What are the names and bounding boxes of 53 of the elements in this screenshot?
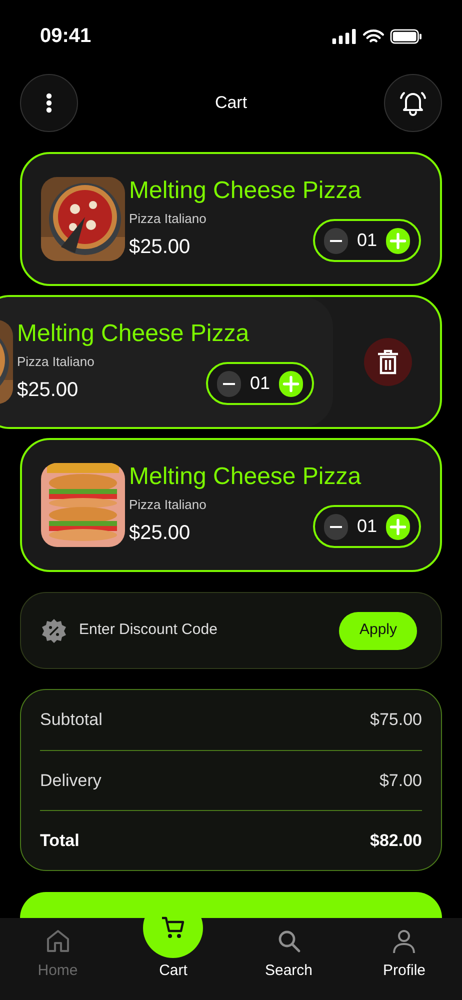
home-icon xyxy=(44,928,71,954)
tab-label: Profile xyxy=(382,960,426,980)
increase-button[interactable] xyxy=(386,514,410,540)
more-icon xyxy=(46,93,52,113)
item-name: Melting Cheese Pizza xyxy=(129,462,362,492)
minus-icon xyxy=(330,240,342,242)
item-price: $25.00 xyxy=(129,521,192,546)
page-title: Cart xyxy=(214,92,248,114)
tab-item[interactable]: Search xyxy=(231,918,346,1000)
battery-icon xyxy=(390,28,422,44)
signal-icon xyxy=(332,28,357,44)
tab-label: Home xyxy=(38,960,78,980)
summary-value: $82.00 xyxy=(370,830,422,852)
increase-button[interactable] xyxy=(279,370,304,397)
plus-icon xyxy=(282,374,300,393)
quantity-value: 01 xyxy=(356,515,378,538)
summary-value: $7.00 xyxy=(379,770,422,792)
summary-label: Subtotal xyxy=(40,709,102,732)
delete-button[interactable] xyxy=(364,338,412,386)
item-subtitle: Pizza Italiano xyxy=(17,352,94,371)
plus-icon xyxy=(389,232,408,250)
apply-button[interactable]: Apply xyxy=(339,612,417,650)
quantity-value: 01 xyxy=(248,372,272,396)
discount-input[interactable]: Enter Discount Code xyxy=(79,619,340,642)
summary-label: Delivery xyxy=(40,770,102,792)
item-subtitle: Pizza Italiano xyxy=(129,496,206,514)
item-name: Melting Cheese Pizza xyxy=(17,318,250,349)
tab-item[interactable]: Profile xyxy=(346,918,462,1000)
bell-icon xyxy=(398,90,428,116)
summary-label: Total xyxy=(40,830,80,852)
discount-field[interactable]: Enter Discount Code Apply xyxy=(20,592,442,669)
discount-icon xyxy=(41,618,67,644)
item-price: $25.00 xyxy=(129,235,192,260)
profile-icon xyxy=(391,928,418,954)
item-name: Melting Cheese Pizza xyxy=(129,176,362,206)
tab-label: Search xyxy=(264,960,313,980)
decrease-button[interactable] xyxy=(324,514,348,540)
checkout-button[interactable] xyxy=(20,892,442,918)
plus-icon xyxy=(389,518,408,536)
increase-button[interactable] xyxy=(386,228,410,254)
cart-icon xyxy=(160,914,186,940)
status-time: 09:41 xyxy=(40,24,92,49)
quantity-value: 01 xyxy=(356,229,378,252)
minus-icon xyxy=(222,382,235,385)
trash-icon xyxy=(376,349,400,375)
decrease-button[interactable] xyxy=(217,370,241,397)
tab-label: Cart xyxy=(159,960,188,980)
minus-icon xyxy=(330,526,342,528)
summary-value: $75.00 xyxy=(370,709,422,732)
item-price: $25.00 xyxy=(17,378,80,404)
wifi-icon xyxy=(363,28,384,44)
item-subtitle: Pizza Italiano xyxy=(129,210,206,228)
decrease-button[interactable] xyxy=(324,228,348,254)
